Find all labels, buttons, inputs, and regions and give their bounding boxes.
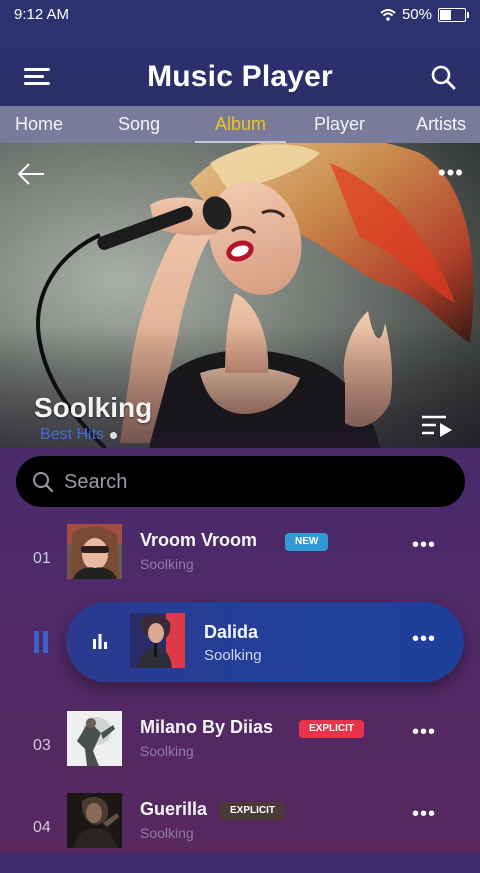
more-dots-icon[interactable]: •••: [412, 803, 436, 826]
more-dots-icon[interactable]: •••: [438, 160, 464, 186]
track-artist: Soolking: [140, 743, 194, 759]
app-title: Music Player: [147, 60, 333, 93]
status-time: 9:12 AM: [14, 6, 70, 23]
battery-icon: [438, 7, 469, 22]
track-number: 04: [33, 819, 51, 836]
track-thumbnail: [67, 711, 122, 766]
track-row-01[interactable]: 01 Vroom Vroom NEW Soolking •••: [0, 524, 480, 604]
wifi-icon: [380, 8, 396, 21]
more-dots-icon[interactable]: •••: [412, 721, 436, 744]
track-number: 01: [33, 550, 51, 567]
explicit-badge: EXPLICIT: [299, 720, 365, 738]
track-row-04[interactable]: 04 Guerilla EXPLICIT Soolking •••: [0, 793, 480, 873]
track-artist: Soolking: [140, 556, 194, 572]
tab-album[interactable]: Album: [194, 106, 287, 143]
track-thumbnail: [130, 613, 185, 668]
tab-song[interactable]: Song: [118, 106, 160, 143]
more-dots-icon[interactable]: •••: [412, 534, 436, 557]
status-indicators: 50%: [380, 6, 469, 23]
tab-artists[interactable]: Artists: [416, 106, 466, 143]
app-header: 9:12 AM 50% Music Player: [0, 0, 480, 106]
track-artist: Soolking: [140, 825, 194, 841]
title-bar: Music Player: [0, 52, 480, 102]
tab-home[interactable]: Home: [15, 106, 63, 143]
search-icon[interactable]: [430, 64, 456, 90]
battery-level: 50%: [401, 6, 432, 23]
new-badge: NEW: [285, 533, 329, 551]
search-icon: [33, 472, 54, 493]
track-thumbnail: [67, 524, 122, 579]
album-subtitle-text: Best Hits: [40, 426, 105, 443]
tab-bar: Home Song Album Player Artists: [0, 106, 480, 143]
track-thumbnail: [67, 793, 122, 848]
track-number: 03: [33, 737, 51, 754]
search-bar[interactable]: [16, 456, 465, 507]
playlist-play-icon[interactable]: [420, 413, 454, 439]
dot-icon: [110, 431, 118, 439]
track-row-03[interactable]: 03 Milano By Diias EXPLICIT Soolking •••: [0, 711, 480, 791]
equalizer-icon: [93, 634, 107, 649]
track-title: Dalida: [204, 622, 259, 642]
track-artist: Soolking: [204, 647, 262, 664]
track-title: Milano By Diias: [140, 717, 274, 737]
album-subtitle: Best Hits: [40, 426, 118, 444]
search-input[interactable]: [62, 466, 446, 498]
track-title: Vroom Vroom: [140, 530, 258, 550]
more-dots-icon[interactable]: •••: [412, 628, 436, 651]
explicit-badge: EXPLICIT: [220, 802, 286, 820]
album-artist-name: Soolking: [34, 392, 153, 423]
tab-player[interactable]: Player: [314, 106, 365, 143]
pause-icon[interactable]: [34, 631, 50, 653]
now-playing-card[interactable]: Dalida Soolking •••: [66, 602, 464, 682]
status-bar: 9:12 AM 50%: [0, 0, 480, 28]
track-title: Guerilla: [140, 799, 208, 819]
back-arrow-icon[interactable]: [16, 162, 46, 186]
